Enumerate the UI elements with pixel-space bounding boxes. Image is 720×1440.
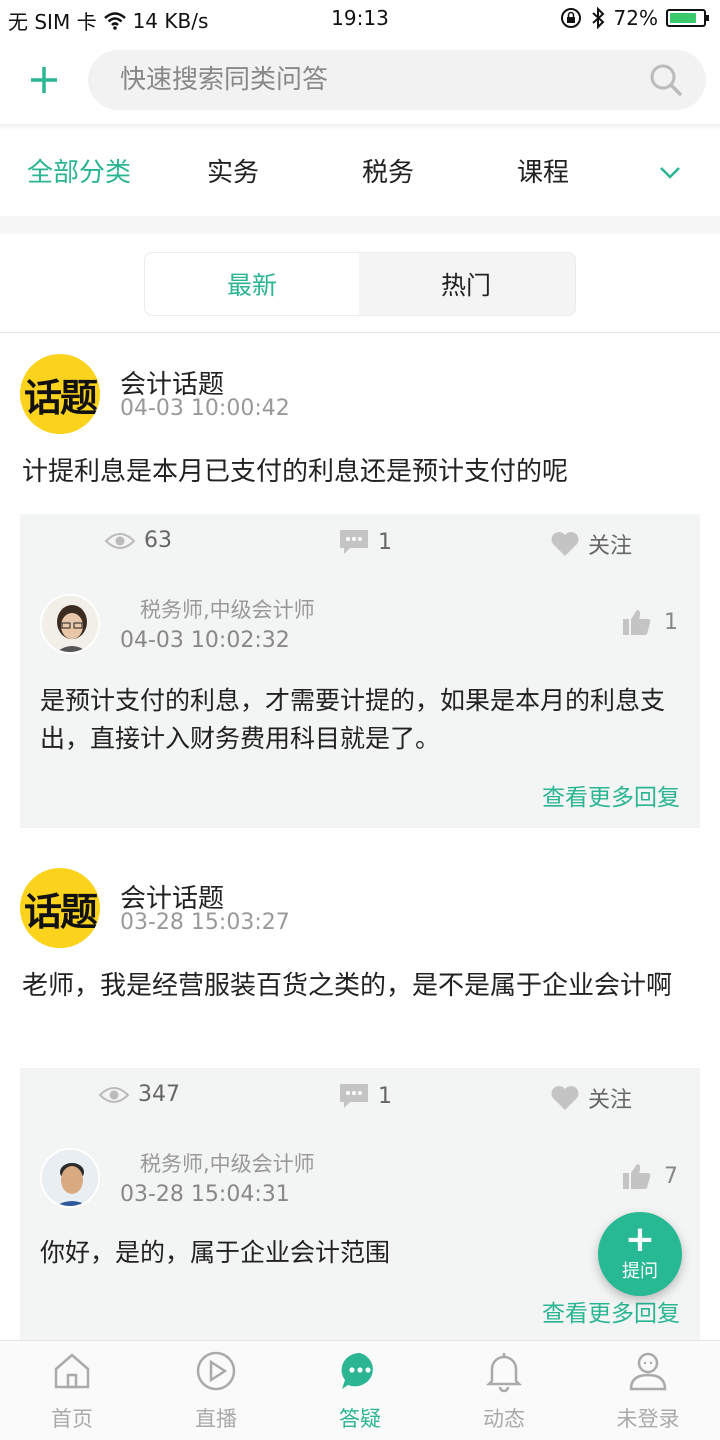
like-button[interactable]: 7 bbox=[622, 1162, 678, 1190]
search-icon[interactable] bbox=[648, 62, 684, 98]
comment-icon bbox=[340, 530, 368, 554]
more-replies-link[interactable]: 查看更多回复 bbox=[542, 778, 680, 812]
category-bar: 全部分类 实务 税务 课程 bbox=[0, 130, 720, 216]
header bbox=[0, 38, 720, 124]
like-count: 1 bbox=[664, 609, 678, 635]
comment-count[interactable]: 1 bbox=[338, 1082, 392, 1110]
post-question[interactable]: 老师，我是经营服装百货之类的，是不是属于企业会计啊 bbox=[22, 966, 698, 1006]
tab-live-label: 直播 bbox=[195, 1407, 237, 1431]
heart-icon bbox=[551, 532, 579, 556]
tab-qa[interactable]: 答疑 bbox=[288, 1341, 432, 1440]
search-input[interactable] bbox=[120, 50, 620, 110]
plus-icon bbox=[31, 67, 57, 93]
follow-button[interactable]: 关注 bbox=[550, 528, 632, 560]
view-count-value: 347 bbox=[138, 1082, 180, 1107]
responder-avatar[interactable] bbox=[40, 1148, 100, 1208]
answer-box: 347 1 关注 税务师,中级会计师 03-28 15:04:31 7 你好，是… bbox=[20, 1068, 700, 1348]
ask-label: 提问 bbox=[622, 1261, 658, 1282]
rotation-lock-icon bbox=[560, 8, 581, 28]
responder-time: 04-03 10:02:32 bbox=[120, 628, 290, 653]
add-button[interactable] bbox=[22, 58, 66, 102]
battery-percent: 72% bbox=[613, 6, 658, 30]
battery-icon bbox=[666, 9, 709, 27]
eye-icon bbox=[104, 532, 136, 549]
status-right: 72% bbox=[560, 6, 709, 30]
tab-profile-label: 未登录 bbox=[616, 1407, 680, 1431]
thumbs-up-icon bbox=[623, 1164, 651, 1189]
more-replies-link[interactable]: 查看更多回复 bbox=[542, 1294, 680, 1328]
answer-box: 63 1 关注 税务师,中级会计师 04-03 10:02:32 1 是预计支付… bbox=[20, 514, 700, 828]
avatar-text: 话题 bbox=[23, 889, 98, 934]
follow-label: 关注 bbox=[588, 1088, 633, 1113]
tab-activity-label: 动态 bbox=[483, 1407, 525, 1431]
answer-text[interactable]: 是预计支付的利息，才需要计提的，如果是本月的利息支出，直接计入财务费用科目就是了… bbox=[40, 682, 680, 758]
responder-title: 税务师,中级会计师 bbox=[140, 598, 315, 622]
category-all[interactable]: 全部分类 bbox=[27, 152, 131, 189]
comment-count-value: 1 bbox=[378, 529, 392, 555]
category-practice[interactable]: 实务 bbox=[207, 152, 259, 189]
view-count: 63 bbox=[104, 528, 172, 553]
bell-icon bbox=[485, 1353, 523, 1393]
thumbs-up-icon bbox=[623, 610, 651, 635]
section-gap bbox=[0, 216, 720, 234]
bottom-tab-bar: 首页 直播 答疑 动态 未登录 bbox=[0, 1340, 720, 1440]
view-count-value: 63 bbox=[144, 528, 172, 553]
plus-icon: + bbox=[624, 1219, 656, 1260]
responder-title: 税务师,中级会计师 bbox=[140, 1152, 315, 1176]
chat-bubble-icon bbox=[341, 1352, 373, 1389]
comment-icon bbox=[340, 1084, 368, 1108]
tab-hot[interactable]: 热门 bbox=[359, 253, 573, 315]
comment-count[interactable]: 1 bbox=[338, 528, 392, 556]
topic-avatar[interactable]: 话题 bbox=[20, 868, 100, 948]
heart-icon bbox=[551, 1086, 579, 1110]
person-photo-icon bbox=[42, 596, 98, 652]
like-count: 7 bbox=[664, 1163, 678, 1189]
status-bar: 无 SIM 卡 14 KB/s 19:13 72% bbox=[0, 0, 720, 38]
post-question[interactable]: 计提利息是本月已支付的利息还是预计支付的呢 bbox=[22, 452, 698, 492]
tab-activity[interactable]: 动态 bbox=[432, 1341, 576, 1440]
follow-button[interactable]: 关注 bbox=[550, 1082, 632, 1114]
tab-qa-label: 答疑 bbox=[339, 1407, 381, 1431]
follow-label: 关注 bbox=[588, 534, 633, 559]
chevron-down-icon[interactable] bbox=[656, 158, 684, 186]
post-time: 03-28 15:03:27 bbox=[120, 910, 290, 935]
search-bar[interactable] bbox=[88, 50, 706, 110]
sort-segmented-control: 最新 热门 bbox=[144, 252, 576, 316]
like-button[interactable]: 1 bbox=[622, 608, 678, 636]
category-tax[interactable]: 税务 bbox=[362, 152, 414, 189]
post-card[interactable]: 话题 会计话题 04-03 10:00:42 计提利息是本月已支付的利息还是预计… bbox=[0, 332, 720, 832]
responder-avatar[interactable] bbox=[40, 594, 100, 654]
ask-question-button[interactable]: + 提问 bbox=[598, 1212, 682, 1296]
comment-count-value: 1 bbox=[378, 1083, 392, 1109]
avatar-text: 话题 bbox=[23, 375, 98, 420]
tab-profile[interactable]: 未登录 bbox=[576, 1341, 720, 1440]
topic-avatar[interactable]: 话题 bbox=[20, 354, 100, 434]
post-time: 04-03 10:00:42 bbox=[120, 396, 290, 421]
person-photo-icon bbox=[42, 1150, 98, 1206]
tab-latest[interactable]: 最新 bbox=[145, 253, 359, 315]
responder-time: 03-28 15:04:31 bbox=[120, 1182, 290, 1207]
play-icon bbox=[196, 1351, 236, 1391]
tab-live[interactable]: 直播 bbox=[144, 1341, 288, 1440]
bluetooth-icon bbox=[591, 7, 604, 29]
home-icon bbox=[54, 1353, 90, 1389]
tab-home-label: 首页 bbox=[51, 1407, 93, 1431]
answer-text[interactable]: 你好，是的，属于企业会计范围 bbox=[40, 1234, 680, 1272]
view-count: 347 bbox=[98, 1082, 180, 1107]
category-course[interactable]: 课程 bbox=[517, 152, 569, 189]
eye-icon bbox=[98, 1086, 130, 1103]
user-icon bbox=[629, 1352, 667, 1391]
tab-home[interactable]: 首页 bbox=[0, 1341, 144, 1440]
